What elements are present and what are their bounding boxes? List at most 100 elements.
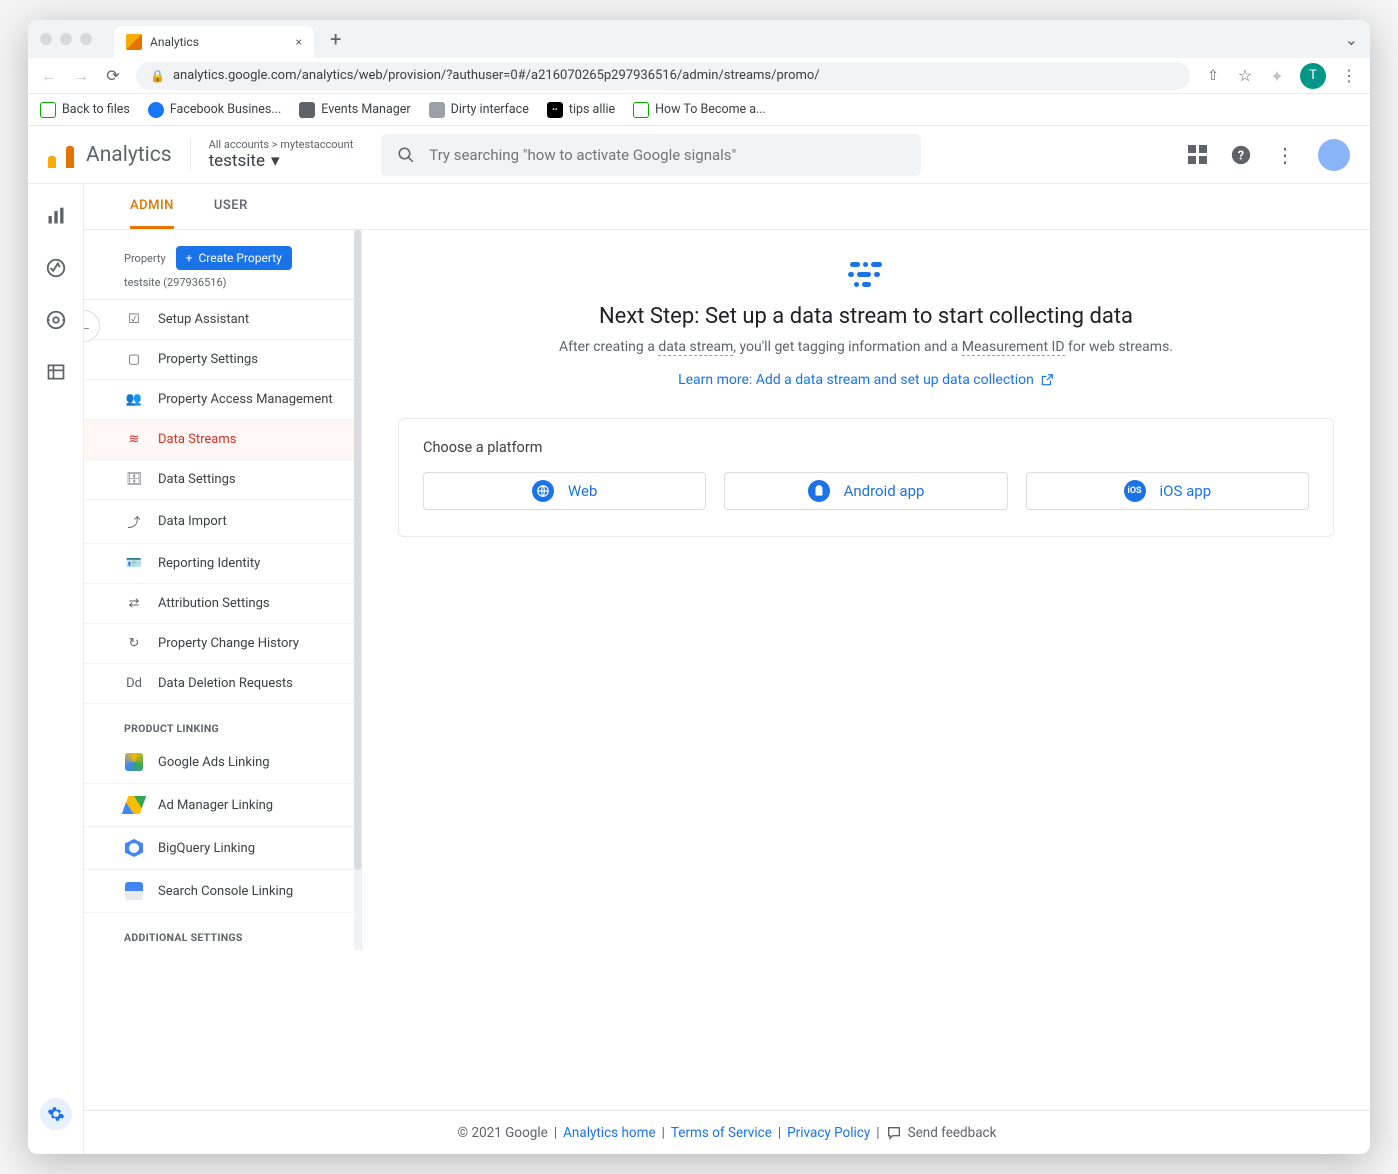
send-feedback-link[interactable]: Send feedback bbox=[908, 1125, 997, 1141]
product-label: BigQuery Linking bbox=[158, 841, 255, 856]
admin-item-icon: ↻ bbox=[124, 636, 144, 651]
admin-item-icon: ⤴ bbox=[124, 512, 144, 531]
maximize-window-icon[interactable] bbox=[80, 33, 92, 45]
admin-item-property-settings[interactable]: ▢ Property Settings bbox=[84, 340, 361, 380]
analytics-favicon-icon bbox=[126, 34, 142, 50]
tabs-overflow-icon[interactable]: ⌄ bbox=[1345, 30, 1358, 49]
admin-item-setup-assistant[interactable]: ☑Setup Assistant bbox=[84, 300, 361, 340]
globe-icon bbox=[532, 480, 554, 502]
admin-sidebar: Property +Create Property testsite (2979… bbox=[84, 230, 362, 950]
footer-copyright: © 2021 Google bbox=[458, 1125, 548, 1141]
platform-android-button[interactable]: Android app bbox=[724, 472, 1007, 510]
footer-link-privacy[interactable]: Privacy Policy bbox=[787, 1125, 870, 1141]
product-linking-header: PRODUCT LINKING bbox=[84, 704, 361, 741]
search-icon bbox=[397, 146, 415, 164]
close-window-icon[interactable] bbox=[40, 33, 52, 45]
main-subtitle: After creating a data stream, you'll get… bbox=[486, 339, 1246, 355]
choose-platform-label: Choose a platform bbox=[423, 439, 1309, 456]
admin-item-icon: 🗄 bbox=[124, 472, 144, 487]
bookmark-item[interactable]: Events Manager bbox=[299, 102, 410, 118]
product-label: Ad Manager Linking bbox=[158, 798, 273, 813]
explore-icon[interactable] bbox=[44, 308, 68, 332]
admin-item-data-deletion-requests[interactable]: DdData Deletion Requests bbox=[84, 664, 361, 704]
additional-settings-header: ADDITIONAL SETTINGS bbox=[84, 913, 361, 950]
realtime-icon[interactable] bbox=[44, 256, 68, 280]
configure-icon[interactable] bbox=[44, 360, 68, 384]
admin-item-label: Reporting Identity bbox=[158, 556, 260, 571]
product-linking-ad-manager-linking[interactable]: Ad Manager Linking bbox=[84, 784, 361, 827]
brand-text: Analytics bbox=[86, 143, 172, 167]
crumbs-top: All accounts > mytestaccount bbox=[209, 138, 354, 151]
admin-gear-icon[interactable] bbox=[40, 1098, 72, 1130]
platform-web-button[interactable]: Web bbox=[423, 472, 706, 510]
create-property-button[interactable]: +Create Property bbox=[176, 246, 292, 270]
product-linking-bigquery-linking[interactable]: BigQuery Linking bbox=[84, 827, 361, 870]
footer-link-tos[interactable]: Terms of Service bbox=[671, 1125, 772, 1141]
product-icon bbox=[124, 753, 144, 771]
admin-item-data-import[interactable]: ⤴Data Import bbox=[84, 500, 361, 544]
bookmark-item[interactable]: Facebook Busines... bbox=[148, 102, 281, 118]
admin-item-data-streams[interactable]: ≋Data Streams bbox=[84, 420, 361, 460]
tab-user[interactable]: USER bbox=[214, 184, 248, 229]
admin-item-property-access-management[interactable]: 👥 Property Access Management bbox=[84, 380, 361, 420]
sidebar-scroll-thumb[interactable] bbox=[354, 230, 361, 870]
property-name[interactable]: testsite (297936516) bbox=[84, 276, 361, 299]
close-tab-icon[interactable]: × bbox=[296, 35, 302, 49]
product-linking-search-console-linking[interactable]: Search Console Linking bbox=[84, 870, 361, 913]
browser-tab[interactable]: Analytics × bbox=[114, 26, 314, 58]
apps-grid-icon[interactable] bbox=[1186, 144, 1208, 166]
analytics-logo-icon bbox=[48, 142, 74, 168]
bookmark-item[interactable]: Back to files bbox=[40, 102, 130, 118]
address-field[interactable]: 🔒 analytics.google.com/analytics/web/pro… bbox=[136, 62, 1190, 90]
dotted-term[interactable]: Measurement ID bbox=[962, 339, 1065, 356]
admin-tabs: ADMIN USER bbox=[84, 184, 1370, 230]
reports-icon[interactable] bbox=[44, 204, 68, 228]
search-input[interactable] bbox=[429, 146, 905, 164]
feedback-icon bbox=[886, 1125, 902, 1141]
external-link-icon bbox=[1040, 373, 1054, 387]
back-icon[interactable]: ← bbox=[40, 66, 58, 86]
admin-item-icon: ☑ bbox=[124, 312, 144, 327]
admin-item-property-change-history[interactable]: ↻ Property Change History bbox=[84, 624, 361, 664]
bookmark-star-icon[interactable]: ☆ bbox=[1236, 66, 1254, 85]
product-linking-google-ads-linking[interactable]: Google Ads Linking bbox=[84, 741, 361, 784]
bookmark-item[interactable]: How To Become a... bbox=[633, 102, 766, 118]
admin-item-label: Property Access Management bbox=[158, 392, 333, 407]
property-label: Property bbox=[124, 252, 166, 265]
learn-more-link[interactable]: Learn more: Add a data stream and set up… bbox=[678, 372, 1054, 388]
reload-icon[interactable]: ⟳ bbox=[104, 66, 122, 85]
bookmark-item[interactable]: Dirty interface bbox=[429, 102, 529, 118]
search-bar[interactable] bbox=[381, 134, 921, 176]
minimize-window-icon[interactable] bbox=[60, 33, 72, 45]
admin-item-attribution-settings[interactable]: ⇄Attribution Settings bbox=[84, 584, 361, 624]
admin-item-data-settings[interactable]: 🗄Data Settings bbox=[84, 460, 361, 500]
bookmark-item[interactable]: ••tips allie bbox=[547, 102, 615, 118]
account-picker[interactable]: All accounts > mytestaccount testsite▾ bbox=[190, 138, 354, 171]
brand[interactable]: Analytics bbox=[48, 142, 172, 168]
browser-address-bar: ← → ⟳ 🔒 analytics.google.com/analytics/w… bbox=[28, 58, 1370, 94]
platform-ios-button[interactable]: iOS iOS app bbox=[1026, 472, 1309, 510]
admin-item-label: Property Settings bbox=[158, 352, 258, 367]
browser-titlebar: Analytics × + ⌄ bbox=[28, 20, 1370, 58]
browser-profile-avatar[interactable]: T bbox=[1300, 63, 1326, 89]
product-label: Google Ads Linking bbox=[158, 755, 270, 770]
help-icon[interactable]: ? bbox=[1230, 144, 1252, 166]
main-title: Next Step: Set up a data stream to start… bbox=[486, 304, 1246, 329]
android-icon bbox=[808, 480, 830, 502]
tab-admin[interactable]: ADMIN bbox=[130, 184, 174, 229]
dotted-term[interactable]: data stream bbox=[658, 339, 733, 356]
more-menu-icon[interactable]: ⋮ bbox=[1274, 144, 1296, 166]
admin-item-label: Property Change History bbox=[158, 636, 299, 651]
admin-item-reporting-identity[interactable]: 🪪Reporting Identity bbox=[84, 544, 361, 584]
admin-item-icon: ▢ bbox=[124, 352, 144, 367]
admin-item-icon: 👥 bbox=[124, 392, 144, 407]
forward-icon[interactable]: → bbox=[72, 66, 90, 86]
footer-link-home[interactable]: Analytics home bbox=[563, 1125, 656, 1141]
user-avatar[interactable] bbox=[1318, 139, 1350, 171]
new-tab-button[interactable]: + bbox=[322, 27, 349, 51]
url-text: analytics.google.com/analytics/web/provi… bbox=[173, 68, 820, 83]
bookmarks-bar: Back to files Facebook Busines... Events… bbox=[28, 94, 1370, 126]
share-icon[interactable]: ⇧ bbox=[1204, 68, 1222, 84]
browser-menu-icon[interactable]: ⋮ bbox=[1340, 66, 1358, 85]
extensions-icon[interactable]: ✦ bbox=[1268, 67, 1286, 85]
